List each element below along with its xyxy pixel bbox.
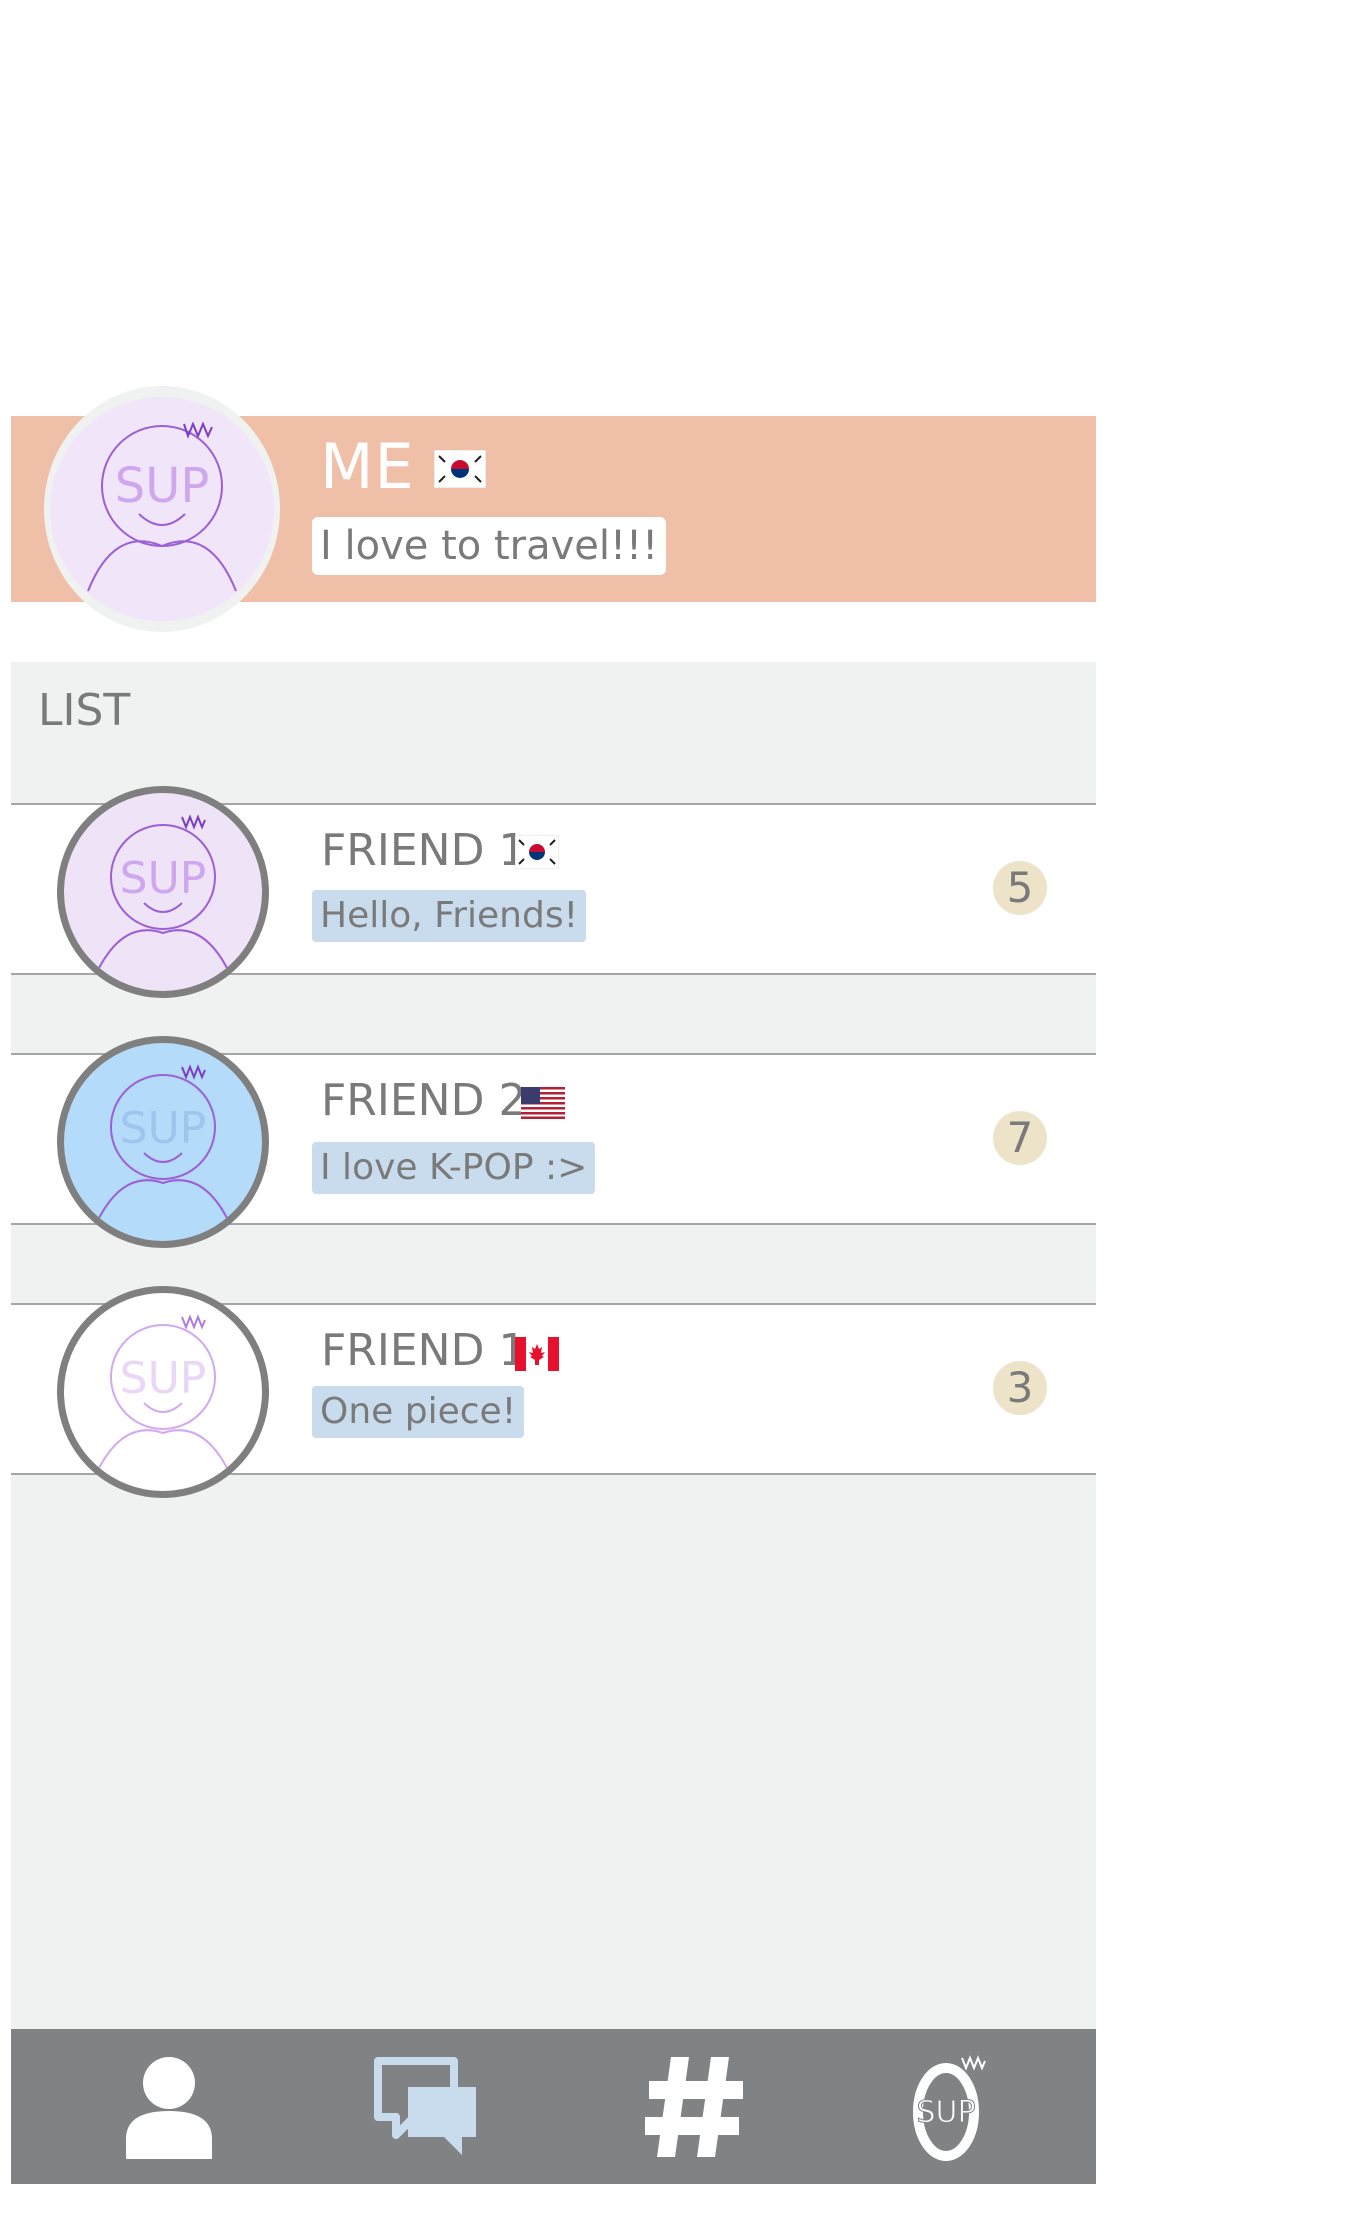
friend-avatar[interactable]: SUP — [57, 786, 269, 998]
nav-sup-button[interactable]: SUP — [891, 2029, 1011, 2184]
kr-flag-icon — [433, 449, 487, 492]
svg-text:SUP: SUP — [120, 1103, 207, 1154]
bottom-nav: SUP — [11, 2029, 1096, 2184]
sup-avatar-icon: SUP — [91, 1314, 235, 1484]
friend-avatar[interactable]: SUP — [57, 1036, 269, 1248]
sup-logo-icon: SUP — [913, 2054, 986, 2161]
unread-count-badge: 5 — [993, 861, 1047, 915]
unread-count-badge: 3 — [993, 1361, 1047, 1415]
person-icon — [126, 2056, 212, 2159]
sup-avatar-icon: SUP — [91, 814, 235, 984]
unread-count-badge: 7 — [993, 1111, 1047, 1165]
svg-text:SUP: SUP — [916, 2095, 975, 2130]
svg-text:SUP: SUP — [120, 853, 207, 904]
nav-hashtag-button[interactable] — [635, 2029, 755, 2184]
svg-text:SUP: SUP — [115, 458, 210, 514]
svg-text:SUP: SUP — [120, 1353, 207, 1404]
kr-flag-icon — [514, 834, 560, 873]
sup-avatar-icon: SUP — [91, 1064, 235, 1234]
friend-name: FRIEND 2 — [321, 1075, 527, 1126]
my-name: ME — [320, 430, 415, 503]
sup-avatar-icon: SUP — [50, 397, 274, 621]
friend-name: FRIEND 1 — [321, 1325, 527, 1376]
friend-name: FRIEND 1 — [321, 825, 527, 876]
friend-status-message: Hello, Friends! — [312, 890, 587, 942]
friend-status-message: One piece! — [312, 1386, 525, 1438]
my-avatar[interactable]: SUP — [44, 386, 280, 632]
nav-friends-button[interactable] — [109, 2029, 229, 2184]
my-status-message[interactable]: I love to travel!!! — [312, 517, 667, 575]
ca-flag-icon — [515, 1337, 559, 1375]
nav-chats-button[interactable] — [367, 2029, 487, 2184]
list-title: LIST — [38, 685, 131, 736]
chat-bubbles-icon — [374, 2056, 476, 2155]
friend-status-message: I love K-POP :> — [312, 1142, 596, 1194]
friend-avatar[interactable]: SUP — [57, 1286, 269, 1498]
hashtag-icon — [645, 2056, 743, 2157]
us-flag-icon — [521, 1087, 565, 1123]
